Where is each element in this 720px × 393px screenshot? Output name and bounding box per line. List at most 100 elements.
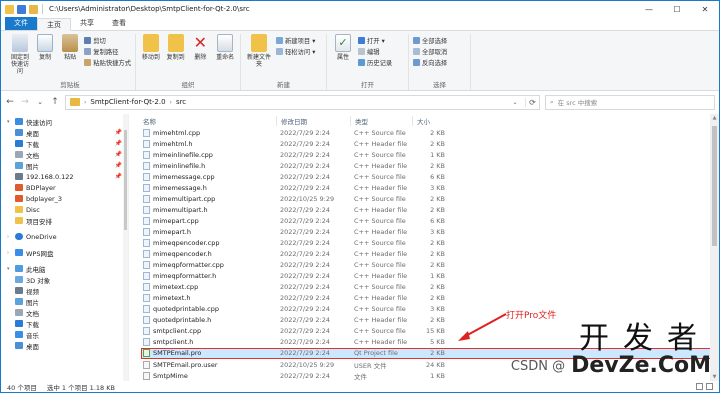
expand-icon[interactable]: › — [7, 234, 12, 240]
file-row[interactable]: mimepart.cpp 2022/7/29 2:24 C++ Source fil… — [141, 215, 719, 226]
file-row[interactable]: quotedprintable.cpp 2022/7/29 2:24 C++ Sou… — [141, 304, 719, 315]
file-row[interactable]: mimeqpencoder.h 2022/7/29 2:24 C++ Header … — [141, 249, 719, 260]
new-item-button[interactable]: 新建项目 ▾ — [276, 36, 315, 45]
history-button[interactable]: 历史记录 — [358, 58, 392, 67]
scroll-down-icon[interactable]: ▼ — [710, 374, 719, 380]
details-view-icon[interactable] — [696, 383, 703, 390]
forward-button[interactable]: → — [20, 97, 30, 107]
edit-button[interactable]: 编辑 — [358, 47, 392, 56]
sidebar-item-videos[interactable]: 视频 — [1, 285, 128, 296]
file-row[interactable]: mimetext.h 2022/7/29 2:24 C++ Header file 2… — [141, 293, 719, 304]
paste-shortcut-button[interactable]: 粘贴快捷方式 — [84, 58, 131, 67]
tab-home[interactable]: 主页 — [37, 18, 71, 31]
close-button[interactable]: ✕ — [691, 1, 719, 17]
generic-file-icon — [143, 371, 150, 380]
sidebar-item-pc-documents[interactable]: 文档 — [1, 307, 128, 318]
search-input[interactable]: ⌕ 在 src 中搜索 — [545, 94, 715, 110]
expand-icon[interactable]: ▾ — [7, 119, 12, 125]
sidebar-item-onedrive[interactable]: › OneDrive — [1, 231, 128, 242]
file-name: mimepart.h — [153, 227, 191, 236]
recent-locations-button[interactable]: ⌄ — [35, 98, 45, 106]
sidebar-item-downloads[interactable]: 下载 📌 — [1, 138, 128, 149]
refresh-button[interactable]: ⟳ — [525, 97, 539, 107]
column-header-name[interactable]: 名称 — [141, 116, 276, 126]
tab-share[interactable]: 共享 — [71, 17, 103, 30]
sidebar-item-network-share[interactable]: 192.168.0.122 📌 — [1, 171, 128, 182]
sidebar-item-pc-desktop[interactable]: 桌面 — [1, 340, 128, 351]
download-icon — [15, 320, 23, 327]
file-type: C++ Header file — [354, 250, 408, 259]
file-row[interactable]: mimemultipart.cpp 2022/10/25 9:29 C++ Sour… — [141, 193, 719, 204]
maximize-button[interactable]: ☐ — [663, 1, 691, 17]
up-button[interactable]: ↑ — [50, 97, 60, 107]
invert-selection-button[interactable]: 反向选择 — [413, 58, 447, 67]
file-row[interactable]: mimehtml.h 2022/7/29 2:24 C++ Header file 2… — [141, 138, 719, 149]
file-row[interactable]: mimemessage.h 2022/7/29 2:24 C++ Header fi… — [141, 182, 719, 193]
sidebar-item-pc-downloads[interactable]: 下载 — [1, 318, 128, 329]
search-icon: ⌕ — [550, 97, 554, 106]
sidebar-item-disc[interactable]: Disc — [1, 204, 128, 215]
file-row[interactable]: mimeinlinefile.h 2022/7/29 2:24 C++ Header… — [141, 160, 719, 171]
sidebar-item-bdplayer[interactable]: BDPlayer — [1, 182, 128, 193]
file-row[interactable]: mimeqpformatter.h 2022/7/29 2:24 C++ Heade… — [141, 271, 719, 282]
pin-icon: 📌 — [114, 129, 122, 136]
minimize-button[interactable]: — — [635, 1, 663, 17]
file-row[interactable]: mimeinlinefile.cpp 2022/7/29 2:24 C++ Sour… — [141, 149, 719, 160]
file-type: C++ Source file — [354, 172, 406, 181]
column-header-row: 名称 修改日期 类型 大小 — [141, 114, 719, 127]
large-icons-view-icon[interactable] — [706, 383, 713, 390]
properties-icon[interactable] — [17, 4, 26, 14]
file-type: C++ Header file — [354, 161, 408, 170]
scroll-up-icon[interactable]: ▲ — [710, 115, 719, 121]
file-size: 2 KB — [430, 238, 445, 247]
select-all-button[interactable]: 全部选择 — [413, 36, 447, 45]
address-bar[interactable]: › SmtpClient-for-Qt-2.0 › src ⌄ ⟳ — [65, 94, 540, 110]
sidebar-scrollbar[interactable] — [123, 114, 128, 381]
sidebar-item-desktop[interactable]: 桌面 📌 — [1, 127, 128, 138]
file-row[interactable]: mimeqpencoder.cpp 2022/7/29 2:24 C++ Sourc… — [141, 237, 719, 248]
file-name-cell: mimeqpformatter.cpp — [141, 261, 276, 270]
sidebar-item-pc-pictures[interactable]: 图片 — [1, 296, 128, 307]
sidebar-item-bdplayer-3[interactable]: bdplayer_3 — [1, 193, 128, 204]
sidebar-item-quick-access[interactable]: ▾ 快速访问 — [1, 116, 128, 127]
file-row[interactable]: mimemessage.cpp 2022/7/29 2:24 C++ Source … — [141, 171, 719, 182]
address-dropdown-button[interactable]: ⌄ — [509, 99, 521, 106]
sidebar-item-wps[interactable]: › WPS网盘 — [1, 247, 128, 258]
group-organize: 移动到 复制到 ✕ 删除 重命名 组织 — [136, 34, 241, 90]
sidebar-item-documents[interactable]: 文档 📌 — [1, 149, 128, 160]
breadcrumb-item[interactable]: SmtpClient-for-Qt-2.0 — [90, 98, 165, 106]
file-row[interactable]: mimepart.h 2022/7/29 2:24 C++ Header file 3… — [141, 226, 719, 237]
file-row[interactable]: mimetext.cpp 2022/7/29 2:24 C++ Source fil… — [141, 282, 719, 293]
copy-path-button[interactable]: 复制路径 — [84, 47, 131, 56]
file-name: mimemultipart.cpp — [153, 194, 216, 203]
sidebar-item-pictures[interactable]: 图片 📌 — [1, 160, 128, 171]
column-header-date[interactable]: 修改日期 — [276, 115, 350, 126]
tab-file[interactable]: 文件 — [5, 17, 37, 30]
scrollbar-thumb[interactable] — [712, 126, 717, 246]
expand-icon[interactable]: › — [7, 250, 12, 256]
file-row[interactable]: mimehtml.cpp 2022/7/29 2:24 C++ Source fil… — [141, 127, 719, 138]
file-list-scrollbar[interactable]: ▲ ▼ — [710, 114, 719, 381]
file-name-cell: quotedprintable.h — [141, 316, 276, 325]
watermark-site: DevZe.CoM — [571, 353, 711, 378]
sidebar-item-project[interactable]: 项目安排 — [1, 215, 128, 226]
back-button[interactable]: ← — [5, 97, 15, 107]
file-name-cell: mimemultipart.h — [141, 205, 276, 214]
column-header-size[interactable]: 大小 — [412, 115, 447, 126]
sidebar-item-this-pc[interactable]: ▾ 此电脑 — [1, 263, 128, 274]
easy-access-button[interactable]: 轻松访问 ▾ — [276, 47, 315, 56]
sidebar-item-music[interactable]: 音乐 — [1, 329, 128, 340]
file-row[interactable]: mimeqpformatter.cpp 2022/7/29 2:24 C++ Sou… — [141, 260, 719, 271]
select-none-button[interactable]: 全部取消 — [413, 47, 447, 56]
cut-button[interactable]: 剪切 — [84, 36, 131, 45]
expand-icon[interactable]: ▾ — [7, 266, 12, 272]
open-button[interactable]: 打开 ▾ — [358, 36, 392, 45]
sidebar-item-3d-objects[interactable]: 3D 对象 — [1, 274, 128, 285]
breadcrumb-item[interactable]: src — [176, 98, 186, 106]
file-row[interactable]: mimemultipart.h 2022/7/29 2:24 C++ Header … — [141, 204, 719, 215]
column-header-type[interactable]: 类型 — [350, 115, 412, 126]
tab-view[interactable]: 查看 — [103, 17, 135, 30]
scrollbar-thumb[interactable] — [124, 130, 127, 230]
file-size: 15 KB — [425, 327, 445, 336]
new-folder-icon[interactable] — [29, 4, 38, 14]
